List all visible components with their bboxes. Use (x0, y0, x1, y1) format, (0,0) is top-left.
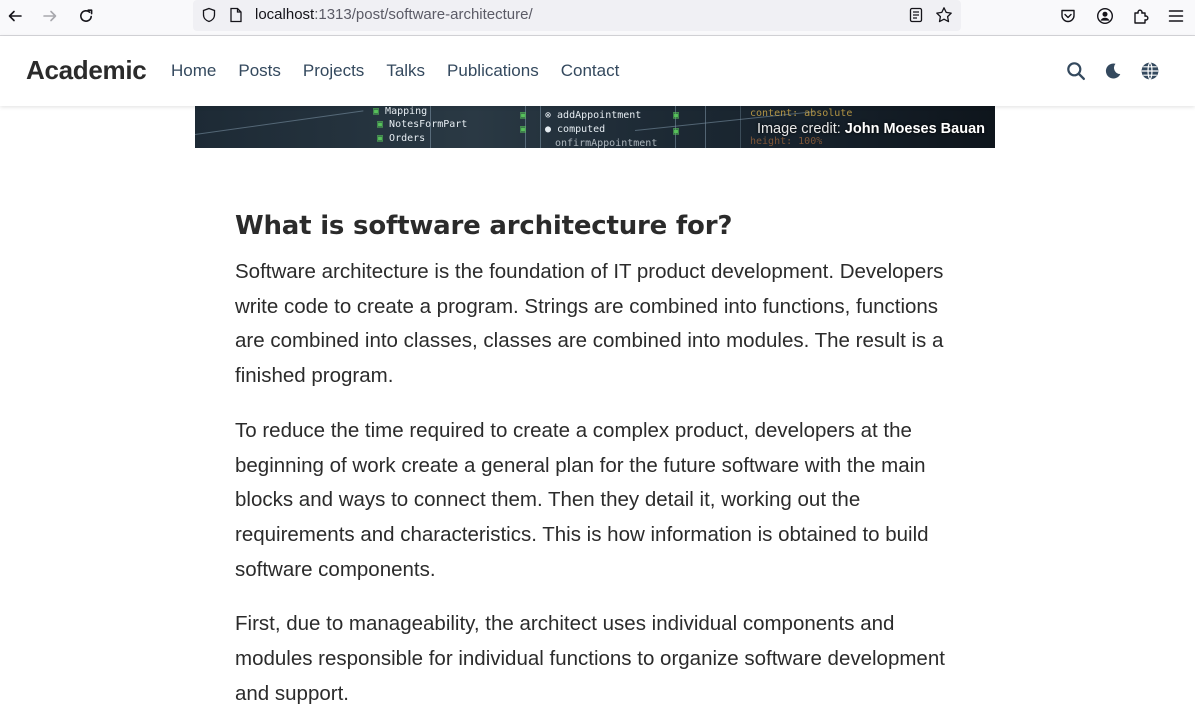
site-navbar: Academic Home Posts Projects Talks Publi… (0, 36, 1195, 106)
image-credit-author-link[interactable]: John Moeses Bauan (845, 121, 985, 137)
extensions-icon[interactable] (1130, 5, 1152, 27)
forward-button[interactable] (36, 4, 64, 28)
page-icon[interactable] (227, 6, 245, 24)
site-brand[interactable]: Academic (26, 55, 147, 86)
nav-item-posts[interactable]: Posts (238, 61, 281, 81)
article-paragraph: To reduce the time required to create a … (235, 418, 929, 581)
url-host: localhost (255, 6, 315, 23)
dark-mode-moon-icon[interactable] (1102, 60, 1124, 82)
article-paragraph: First, due to manageability, the archite… (235, 612, 945, 705)
pocket-icon[interactable] (1057, 5, 1079, 27)
nav-item-contact[interactable]: Contact (561, 61, 620, 81)
nav-item-home[interactable]: Home (171, 61, 216, 81)
nav-menu: Home Posts Projects Talks Publications C… (171, 61, 641, 81)
article-body: What is software architecture for? Softw… (235, 208, 965, 719)
reader-view-icon[interactable] (907, 6, 925, 24)
nav-item-talks[interactable]: Talks (386, 61, 425, 81)
language-globe-icon[interactable] (1139, 60, 1161, 82)
reload-button[interactable] (72, 4, 100, 28)
article-paragraph: Software architecture is the foundation … (235, 260, 944, 388)
back-button[interactable] (1, 4, 29, 28)
featured-image: ▣ Mapping ▣ NotesFormPart ▣ Orders ▣ ▣ ⊗… (195, 106, 995, 148)
account-icon[interactable] (1094, 5, 1116, 27)
browser-toolbar: localhost:1313/post/software-architectur… (0, 0, 1195, 36)
section-heading: What is software architecture for? (235, 211, 733, 241)
search-icon[interactable] (1065, 60, 1087, 82)
address-bar[interactable]: localhost:1313/post/software-architectur… (193, 0, 961, 31)
url-path: :1313/post/software-architecture/ (314, 6, 533, 23)
menu-icon[interactable] (1165, 5, 1187, 27)
reload-icon (80, 9, 93, 22)
arrow-left-icon (8, 10, 22, 22)
nav-item-projects[interactable]: Projects (303, 61, 364, 81)
arrow-right-icon (43, 10, 57, 22)
shield-icon[interactable] (200, 6, 218, 24)
nav-item-publications[interactable]: Publications (447, 61, 539, 81)
bookmark-star-icon[interactable] (935, 6, 953, 24)
url-text[interactable]: localhost:1313/post/software-architectur… (255, 6, 533, 23)
image-credit-prefix: Image credit: (756, 121, 845, 137)
image-credit: Image credit: John Moeses Bauan (757, 121, 985, 137)
